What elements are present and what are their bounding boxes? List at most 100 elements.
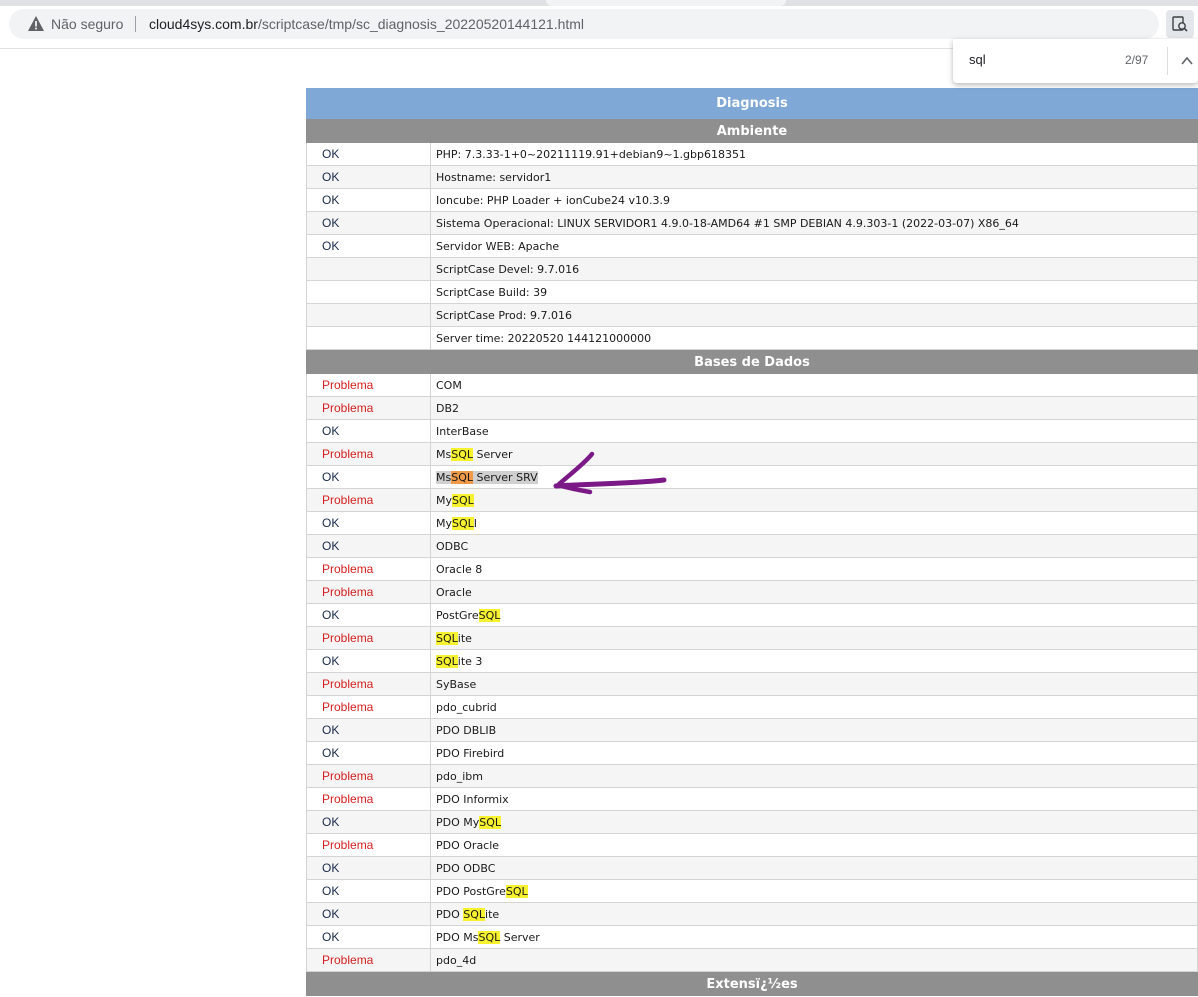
description-text: PDO ODBC bbox=[436, 861, 496, 875]
security-status-label[interactable]: Não seguro bbox=[51, 15, 123, 33]
description-text: PDO Informix bbox=[436, 792, 509, 806]
address-divider bbox=[135, 16, 136, 32]
description-text: pdo_4d bbox=[436, 953, 477, 967]
search-match-highlight: SQL bbox=[478, 930, 501, 944]
table-row: Problema Oracle 8 bbox=[306, 557, 1198, 581]
description-cell: Oracle 8 bbox=[430, 557, 1198, 581]
status-cell: Problema bbox=[306, 557, 431, 581]
table-title: Diagnosis bbox=[306, 88, 1198, 119]
table-row: Problema Oracle bbox=[306, 580, 1198, 604]
description-cell: PDO DBLIB bbox=[430, 718, 1198, 742]
table-row: OK PDO PostGreSQL bbox=[306, 879, 1198, 903]
description-text: MySQL bbox=[436, 493, 474, 507]
status-cell: OK bbox=[306, 419, 431, 443]
description-text: ScriptCase Prod: 9.7.016 bbox=[436, 308, 572, 322]
search-match-highlight: SQL bbox=[452, 493, 474, 507]
description-cell: pdo_ibm bbox=[430, 764, 1198, 788]
table-row: OK InterBase bbox=[306, 419, 1198, 443]
table-row: OK MsSQL Server SRV bbox=[306, 465, 1198, 489]
address-bar[interactable]: Não seguro cloud4sys.com.br/scriptcase/t… bbox=[9, 9, 1159, 39]
description-cell: Ioncube: PHP Loader + ionCube24 v10.3.9 bbox=[430, 188, 1198, 212]
description-cell: pdo_cubrid bbox=[430, 695, 1198, 719]
table-row: OK SQLite 3 bbox=[306, 649, 1198, 673]
find-divider bbox=[1167, 47, 1168, 75]
description-cell: PDO MsSQL Server bbox=[430, 925, 1198, 949]
table-row: OK PostGreSQL bbox=[306, 603, 1198, 627]
description-text: PHP: 7.3.33-1+0~20211119.91+debian9~1.gb… bbox=[436, 147, 746, 161]
section-header-row: Extensï¿½es bbox=[306, 971, 1198, 996]
description-cell: Servidor WEB: Apache bbox=[430, 234, 1198, 258]
status-cell: Problema bbox=[306, 626, 431, 650]
search-match-highlight: SQL bbox=[436, 654, 458, 668]
search-match-highlight: SQL bbox=[478, 608, 501, 622]
table-row: OK PDO DBLIB bbox=[306, 718, 1198, 742]
description-cell: MsSQL Server bbox=[430, 442, 1198, 466]
table-row: OK PDO SQLite bbox=[306, 902, 1198, 926]
description-cell: Sistema Operacional: LINUX SERVIDOR1 4.9… bbox=[430, 211, 1198, 235]
description-cell: ScriptCase Build: 39 bbox=[430, 280, 1198, 304]
status-cell: OK bbox=[306, 511, 431, 535]
description-text: DB2 bbox=[436, 401, 460, 415]
status-cell: Problema bbox=[306, 695, 431, 719]
status-cell: OK bbox=[306, 465, 431, 489]
table-row: OK Servidor WEB: Apache bbox=[306, 234, 1198, 258]
status-cell: OK bbox=[306, 649, 431, 673]
table-title-row: Diagnosis bbox=[306, 88, 1198, 119]
status-cell: OK bbox=[306, 925, 431, 949]
description-cell: MySQLI bbox=[430, 511, 1198, 535]
find-input[interactable]: sql bbox=[969, 52, 986, 67]
description-cell: SyBase bbox=[430, 672, 1198, 696]
table-row: Server time: 20220520 144121000000 bbox=[306, 326, 1198, 350]
status-cell: OK bbox=[306, 603, 431, 627]
description-text: PDO MySQL bbox=[436, 815, 502, 829]
description-cell: COM bbox=[430, 373, 1198, 397]
table-row: OK PDO ODBC bbox=[306, 856, 1198, 880]
find-match-count: 2/97 bbox=[1125, 53, 1149, 67]
description-text: Server time: 20220520 144121000000 bbox=[436, 331, 652, 345]
table-row: OK ODBC bbox=[306, 534, 1198, 558]
description-cell: PDO PostGreSQL bbox=[430, 879, 1198, 903]
description-text: Hostname: servidor1 bbox=[436, 170, 552, 184]
description-text: MySQLI bbox=[436, 516, 478, 530]
warning-icon[interactable] bbox=[27, 15, 45, 33]
description-text: PDO PostGreSQL bbox=[436, 884, 528, 898]
status-cell bbox=[306, 280, 431, 304]
section-header-row: Bases de Dados bbox=[306, 349, 1198, 374]
description-text: SQLite bbox=[436, 631, 472, 645]
table-row: OK PDO Firebird bbox=[306, 741, 1198, 765]
description-cell: SQLite 3 bbox=[430, 649, 1198, 673]
search-match-highlight: SQL bbox=[452, 516, 474, 530]
url-text[interactable]: cloud4sys.com.br/scriptcase/tmp/sc_diagn… bbox=[149, 15, 584, 33]
table-row: OK Sistema Operacional: LINUX SERVIDOR1 4… bbox=[306, 211, 1198, 235]
description-text: Sistema Operacional: LINUX SERVIDOR1 4.9… bbox=[436, 216, 1019, 230]
tab-strip bbox=[0, 0, 1198, 6]
description-text: PostGreSQL bbox=[436, 608, 501, 622]
status-cell: OK bbox=[306, 879, 431, 903]
table-row: Problema SQLite bbox=[306, 626, 1198, 650]
table-row: ScriptCase Build: 39 bbox=[306, 280, 1198, 304]
description-text: pdo_cubrid bbox=[436, 700, 497, 714]
description-text: InterBase bbox=[436, 424, 489, 438]
table-row: OK PHP: 7.3.33-1+0~20211119.91+debian9~1.… bbox=[306, 142, 1198, 166]
search-match-highlight: SQL bbox=[451, 447, 474, 461]
status-cell: Problema bbox=[306, 442, 431, 466]
find-in-page-button[interactable] bbox=[1166, 10, 1194, 38]
description-text: SyBase bbox=[436, 677, 477, 691]
description-text: PDO MsSQL Server bbox=[436, 930, 540, 944]
table-row: Problema pdo_4d bbox=[306, 948, 1198, 972]
status-cell: OK bbox=[306, 718, 431, 742]
description-text: MsSQL Server SRV bbox=[436, 470, 538, 484]
chevron-up-icon[interactable] bbox=[1179, 53, 1195, 69]
description-cell: PDO Firebird bbox=[430, 741, 1198, 765]
section-title: Ambiente bbox=[306, 118, 1198, 143]
description-cell: MsSQL Server SRV bbox=[430, 465, 1198, 489]
description-cell: PDO Oracle bbox=[430, 833, 1198, 857]
description-text: pdo_ibm bbox=[436, 769, 483, 783]
status-cell: OK bbox=[306, 211, 431, 235]
active-tab[interactable] bbox=[546, 0, 786, 6]
search-match-highlight: SQL bbox=[505, 884, 528, 898]
table-row: ScriptCase Prod: 9.7.016 bbox=[306, 303, 1198, 327]
description-text: Ioncube: PHP Loader + ionCube24 v10.3.9 bbox=[436, 193, 670, 207]
status-cell: Problema bbox=[306, 396, 431, 420]
search-match-highlight: SQL bbox=[436, 631, 458, 645]
